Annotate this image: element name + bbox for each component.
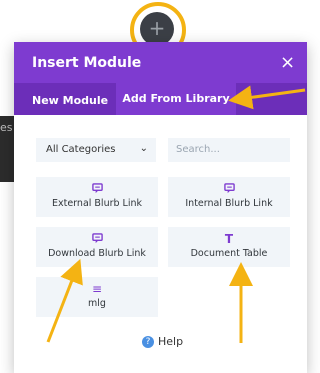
annotation-arrows	[46, 85, 306, 343]
annotation-arrow-download-card	[46, 258, 83, 343]
annotation-arrow-library-tab	[228, 85, 306, 110]
